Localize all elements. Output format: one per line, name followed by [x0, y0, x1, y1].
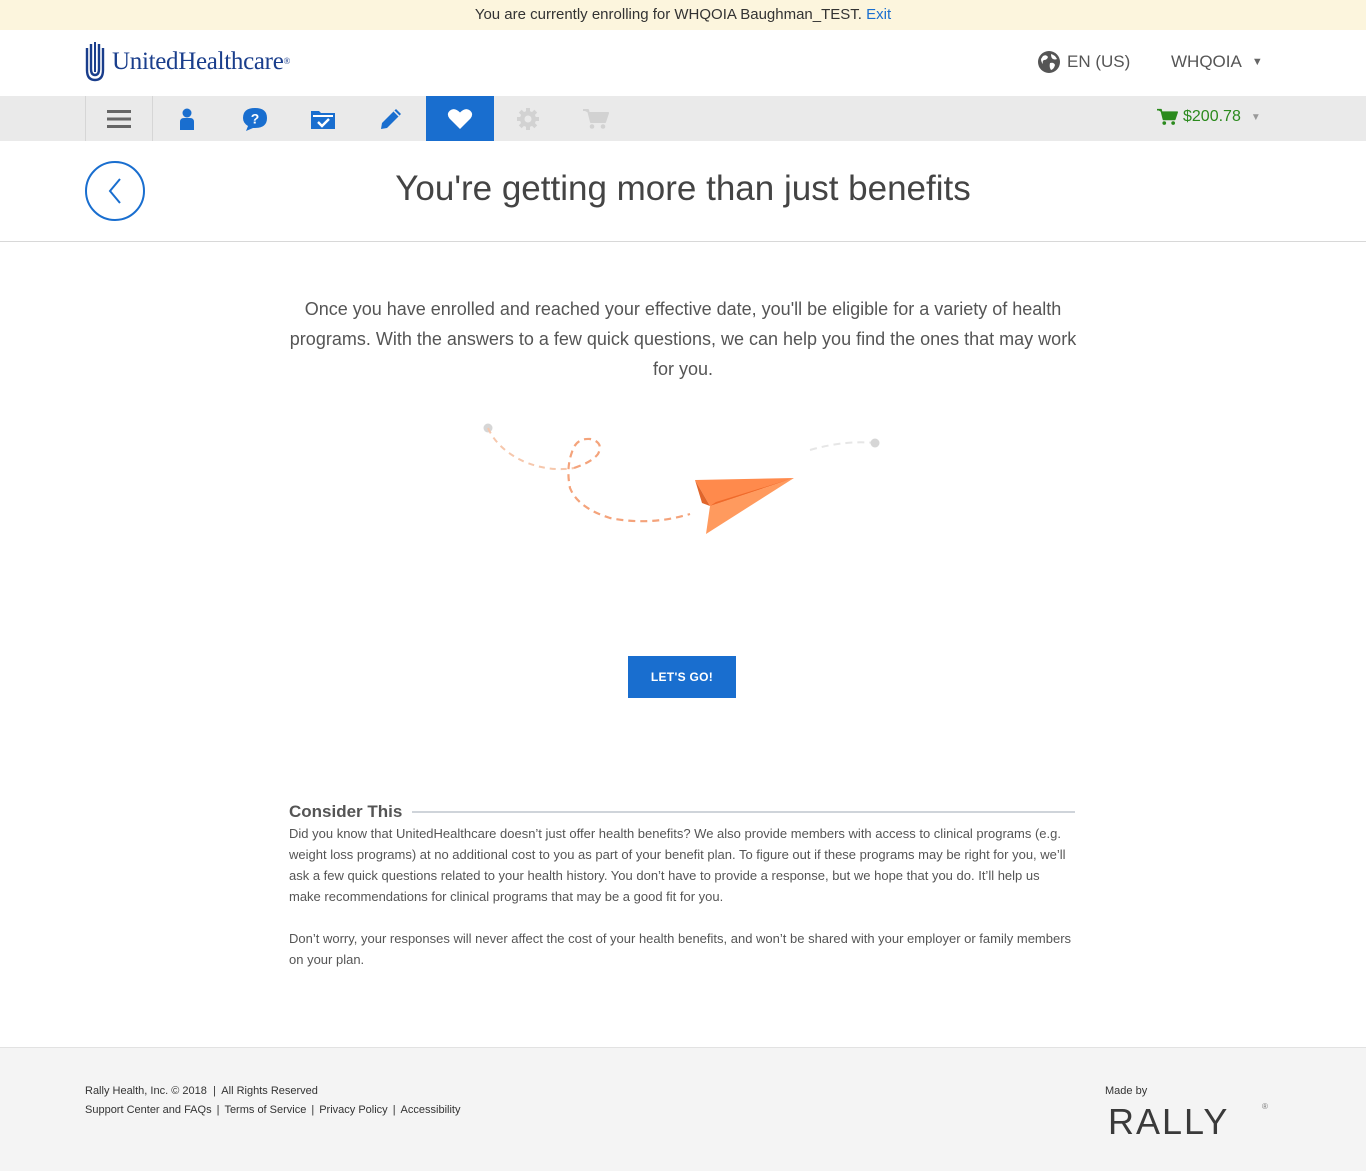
consider-this-section: Consider This Did you know that UnitedHe… — [289, 802, 1075, 970]
unitedhealthcare-logo[interactable]: UnitedHealthcare® — [84, 42, 290, 82]
main-nav: ? $200.78 ▼ — [0, 96, 1366, 141]
language-selector[interactable]: EN (US) — [1037, 50, 1130, 74]
uhc-logo-mark-icon — [85, 42, 105, 82]
question-icon: ? — [243, 107, 267, 131]
nav-help[interactable]: ? — [221, 96, 289, 141]
consider-this-title: Consider This — [289, 802, 403, 821]
privacy-policy-link[interactable]: Privacy Policy — [319, 1104, 387, 1116]
nav-edit[interactable] — [357, 96, 425, 141]
person-icon — [180, 108, 194, 130]
enrollment-banner: You are currently enrolling for WHQOIA B… — [0, 0, 1366, 30]
link-separator: | — [392, 1104, 396, 1116]
title-bar: You're getting more than just benefits — [0, 141, 1366, 242]
intro-text: Once you have enrolled and reached your … — [289, 299, 1077, 379]
link-separator: | — [216, 1104, 220, 1116]
footer-links: Support Center and FAQs | Terms of Servi… — [85, 1104, 460, 1116]
rally-wordmark: RALLY — [1108, 1101, 1229, 1140]
link-separator: | — [311, 1104, 315, 1116]
consider-paragraph-2: Don’t worry, your responses will never a… — [289, 931, 1072, 967]
gear-icon — [517, 107, 539, 130]
nav-cart[interactable] — [562, 96, 630, 141]
folder-check-icon — [311, 110, 335, 129]
account-menu[interactable]: WHQOIA ▼ — [1171, 52, 1263, 72]
language-label: EN (US) — [1067, 52, 1131, 71]
cart-total: $200.78 — [1183, 108, 1241, 125]
nav-profile[interactable] — [153, 96, 221, 141]
svg-text:®: ® — [1262, 1102, 1268, 1111]
lets-go-button[interactable]: LET'S GO! — [628, 656, 736, 698]
logo-wordmark: UnitedHealthcare® — [112, 48, 291, 75]
nav-health-programs[interactable] — [426, 96, 494, 141]
footer-copyright: Rally Health, Inc. © 2018 | All Rights R… — [85, 1085, 318, 1097]
site-footer: Rally Health, Inc. © 2018 | All Rights R… — [0, 1047, 1366, 1171]
shopping-cart-icon — [1157, 108, 1178, 125]
paper-plane-icon — [695, 478, 794, 534]
nav-menu-button[interactable] — [85, 96, 153, 141]
consider-this-header: Consider This — [289, 802, 1075, 822]
pencil-icon — [381, 108, 401, 129]
site-header: UnitedHealthcare® EN (US) WHQOIA ▼ — [0, 30, 1366, 96]
support-center-link[interactable]: Support Center and FAQs — [85, 1104, 212, 1116]
nav-settings[interactable] — [494, 96, 562, 141]
consider-paragraph-1: Did you know that UnitedHealthcare doesn… — [289, 826, 1066, 904]
nav-documents[interactable] — [289, 96, 357, 141]
exit-link[interactable]: Exit — [866, 6, 891, 23]
globe-icon — [1038, 51, 1060, 73]
account-name: WHQOIA — [1171, 52, 1242, 71]
rally-logo: RALLY ® — [1108, 1101, 1268, 1140]
chevron-down-icon: ▼ — [1250, 111, 1261, 123]
hamburger-menu-icon — [107, 109, 131, 128]
section-divider — [412, 811, 1075, 813]
paper-plane-illustration — [483, 423, 880, 534]
accessibility-link[interactable]: Accessibility — [401, 1104, 461, 1116]
cart-total-button[interactable]: $200.78 ▼ — [1157, 108, 1261, 126]
chevron-down-icon: ▼ — [1251, 56, 1263, 68]
enrollment-banner-text: You are currently enrolling for WHQOIA B… — [474, 6, 862, 23]
page-title: You're getting more than just benefits — [395, 169, 971, 208]
made-by-label: Made by — [1105, 1085, 1148, 1097]
heart-icon — [447, 108, 473, 129]
cart-icon — [583, 108, 609, 129]
terms-of-service-link[interactable]: Terms of Service — [224, 1104, 306, 1116]
svg-text:?: ? — [251, 110, 260, 126]
